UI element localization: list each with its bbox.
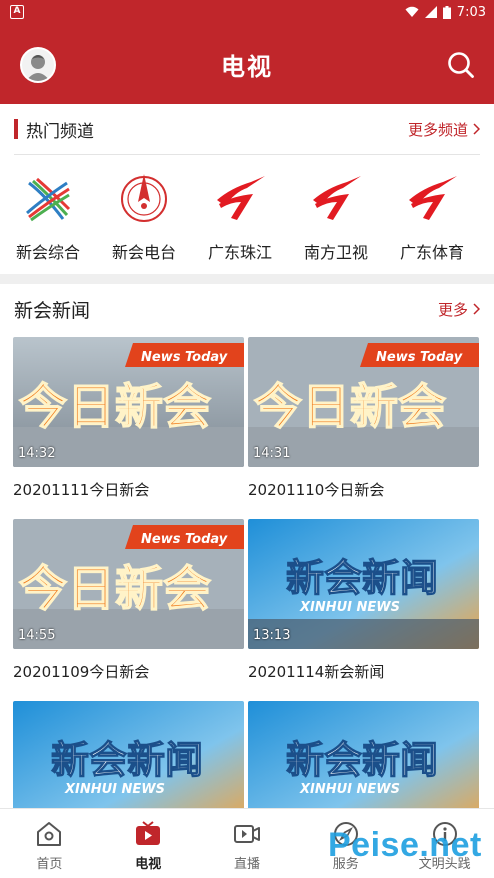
video-thumbnail: News Today 今日新会 14:31: [248, 337, 479, 467]
hot-channels-section: 热门频道 更多频道 新会综合 新会电台 广东珠江 南方卫视 广东体育: [0, 104, 494, 274]
news-subtitle-text: XINHUI NEWS: [64, 782, 165, 797]
news-card[interactable]: News Today 今日新会 14:31 20201110今日新会: [248, 337, 479, 500]
section-gap: [0, 274, 494, 284]
more-news-label: 更多: [437, 300, 468, 319]
news-card[interactable]: News Today 今日新会 14:32 20201111今日新会: [13, 337, 244, 500]
chevron-right-icon: [473, 123, 480, 135]
news-title-text: 新会新闻: [286, 556, 438, 600]
signal-icon: [424, 6, 437, 18]
channel-label: 新会综合: [15, 243, 80, 262]
status-right: 7:03: [405, 5, 486, 20]
xinhui-radio-logo-icon: [116, 170, 172, 226]
page-title: 电视: [221, 52, 273, 81]
today-banner-text: News Today: [376, 350, 463, 365]
more-news-link[interactable]: 更多: [438, 299, 480, 320]
chevron-right-icon: [473, 303, 480, 315]
today-banner-text: News Today: [141, 350, 228, 365]
avatar-icon: [26, 55, 50, 81]
channel-item-xinhui-general[interactable]: 新会综合: [0, 170, 96, 263]
video-duration: 14:32: [18, 446, 56, 461]
video-duration: 14:55: [18, 628, 56, 643]
guangdong-tv-logo-icon: [404, 170, 460, 226]
hot-channels-title-wrap: 热门频道: [14, 117, 94, 142]
guangdong-tv-logo-icon: [308, 170, 364, 226]
channel-label: 南方卫视: [303, 243, 368, 262]
news-section: 新会新闻 更多 News Today 今日新会 14:32 20201111今日…: [0, 284, 494, 831]
channel-item-guangdong-sports[interactable]: 广东体育: [384, 170, 480, 263]
battery-icon: [442, 5, 451, 19]
video-thumbnail: News Today 今日新会 14:32: [13, 337, 244, 467]
xinhui-general-logo-icon: [20, 170, 76, 226]
channel-item-guangdong-zhujiang[interactable]: 广东珠江: [192, 170, 288, 263]
video-duration: 13:13: [253, 628, 291, 643]
video-thumbnail: 新会新闻 XINHUI NEWS 13:13: [248, 519, 479, 649]
wifi-icon: [405, 6, 419, 17]
news-subtitle-text: XINHUI NEWS: [299, 600, 400, 615]
news-card-title: 20201110今日新会: [248, 481, 385, 499]
tab-label: 首页: [36, 857, 63, 872]
news-card-title: 20201109今日新会: [13, 663, 150, 681]
watermark: Peise.net: [328, 826, 482, 864]
user-avatar[interactable]: [20, 47, 56, 83]
news-card[interactable]: News Today 今日新会 14:55 20201109今日新会: [13, 519, 244, 682]
channel-list: 新会综合 新会电台 广东珠江 南方卫视 广东体育: [0, 155, 494, 263]
tab-home[interactable]: 首页: [0, 809, 99, 878]
home-icon: [37, 822, 62, 846]
guangdong-tv-logo-icon: [212, 170, 268, 226]
tab-tv[interactable]: 电视: [99, 809, 198, 878]
channel-item-xinhui-radio[interactable]: 新会电台: [96, 170, 192, 263]
today-banner-text: News Today: [141, 532, 228, 547]
tv-icon: [136, 821, 161, 845]
today-title-text: 今日新会: [19, 561, 211, 617]
news-header: 新会新闻 更多: [0, 284, 494, 334]
search-icon[interactable]: [446, 50, 476, 80]
channel-item-southern-tv[interactable]: 南方卫视: [288, 170, 384, 263]
status-time: 7:03: [456, 4, 486, 20]
video-duration: 14:31: [253, 446, 291, 461]
channel-label: 新会电台: [111, 243, 176, 262]
section-accent-bar: [14, 119, 18, 139]
hot-channels-header: 热门频道 更多频道: [0, 104, 494, 154]
hot-channels-title: 热门频道: [26, 121, 94, 142]
status-bar: A 7:03: [0, 0, 494, 24]
more-channels-label: 更多频道: [407, 120, 468, 139]
news-card[interactable]: 新会新闻 XINHUI NEWS 13:13 20201114新会新闻: [248, 519, 479, 682]
app-screen: A 7:03 电视 热门频道 更多频道 新会综合 新会电台 广东珠江 南方卫视 …: [0, 0, 494, 878]
news-subtitle-text: XINHUI NEWS: [299, 782, 400, 797]
today-title-text: 今日新会: [19, 379, 211, 435]
tab-label: 直播: [233, 857, 260, 872]
live-video-icon: [233, 825, 260, 843]
video-thumbnail: News Today 今日新会 14:55: [13, 519, 244, 649]
news-title-text: 新会新闻: [286, 738, 438, 782]
news-title-text: 新会新闻: [51, 738, 203, 782]
channel-label: 广东体育: [399, 243, 464, 262]
more-channels-link[interactable]: 更多频道: [408, 119, 480, 140]
channel-label: 广东珠江: [207, 243, 272, 262]
today-title-text: 今日新会: [254, 379, 446, 435]
app-header: 电视: [0, 24, 494, 104]
tab-label: 电视: [135, 857, 162, 872]
news-card-title: 20201114新会新闻: [248, 663, 385, 681]
tab-live[interactable]: 直播: [198, 809, 297, 878]
news-card-title: 20201111今日新会: [13, 481, 150, 499]
news-title: 新会新闻: [14, 299, 91, 322]
notification-icon: A: [10, 5, 24, 19]
